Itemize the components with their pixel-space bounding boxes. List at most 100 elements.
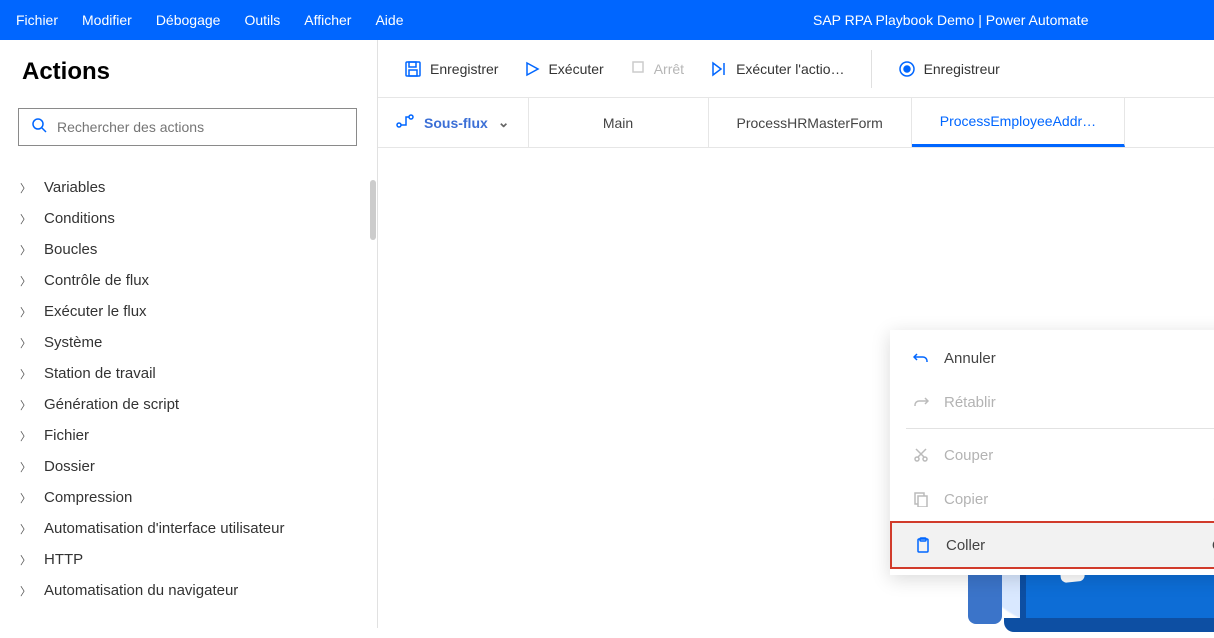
recorder-label: Enregistreur: [924, 61, 1000, 77]
toolbar-divider: [871, 50, 872, 88]
context-paste[interactable]: Coller Ctrl+V: [890, 521, 1214, 569]
stop-label: Arrêt: [654, 61, 684, 77]
category-label: Système: [44, 334, 102, 351]
scrollbar-thumb[interactable]: [370, 180, 376, 240]
stop-button[interactable]: Arrêt: [622, 53, 692, 84]
subflow-dropdown[interactable]: Sous-flux ⌄: [378, 98, 529, 147]
save-icon: [404, 60, 422, 78]
category-label: Fichier: [44, 427, 89, 444]
chevron-right-icon: 〉: [20, 366, 30, 382]
actions-panel: Actions 〉 Variables 〉 Conditions 〉 Boucles …: [0, 40, 378, 628]
chevron-right-icon: 〉: [20, 273, 30, 289]
context-separator: [906, 428, 1214, 429]
cm-label: Couper: [944, 447, 993, 464]
chevron-right-icon: 〉: [20, 552, 30, 568]
menu-debug[interactable]: Débogage: [156, 12, 221, 28]
category-label: Boucles: [44, 241, 97, 258]
subflow-icon: [396, 114, 414, 131]
category-item[interactable]: 〉 HTTP: [18, 544, 357, 575]
save-label: Enregistrer: [430, 61, 498, 77]
tab-process-employee[interactable]: ProcessEmployeeAddr…: [912, 98, 1125, 147]
chevron-right-icon: 〉: [20, 459, 30, 475]
chevron-right-icon: 〉: [20, 242, 30, 258]
chevron-right-icon: 〉: [20, 583, 30, 599]
tab-main[interactable]: Main: [529, 98, 709, 147]
menu-tools[interactable]: Outils: [244, 12, 280, 28]
menu-file[interactable]: Fichier: [16, 12, 58, 28]
search-input[interactable]: [57, 119, 344, 135]
recorder-button[interactable]: Enregistreur: [890, 54, 1008, 84]
category-item[interactable]: 〉 Génération de script: [18, 389, 357, 420]
chevron-right-icon: 〉: [20, 521, 30, 537]
category-item[interactable]: 〉 Conditions: [18, 203, 357, 234]
context-cut[interactable]: Couper Ctrl+X: [890, 433, 1214, 477]
chevron-right-icon: 〉: [20, 490, 30, 506]
tab-label: ProcessEmployeeAddr…: [940, 113, 1096, 129]
category-item[interactable]: 〉 Automatisation du navigateur: [18, 575, 357, 606]
redo-icon: [912, 394, 930, 410]
menu-bar: Fichier Modifier Débogage Outils Affiche…: [16, 12, 403, 28]
chevron-right-icon: 〉: [20, 211, 30, 227]
cm-label: Coller: [946, 537, 985, 554]
save-button[interactable]: Enregistrer: [396, 54, 506, 84]
category-label: Dossier: [44, 458, 95, 475]
chevron-down-icon: ⌄: [498, 114, 510, 131]
run-action-button[interactable]: Exécuter l'actio…: [702, 55, 853, 83]
cm-label: Annuler: [944, 350, 996, 367]
run-button[interactable]: Exécuter: [516, 55, 611, 83]
play-icon: [524, 61, 540, 77]
category-label: HTTP: [44, 551, 83, 568]
chevron-right-icon: 〉: [20, 180, 30, 196]
context-copy[interactable]: Copier Ctrl+C: [890, 477, 1214, 521]
search-icon: [31, 117, 47, 138]
category-item[interactable]: 〉 Boucles: [18, 234, 357, 265]
category-item[interactable]: 〉 Compression: [18, 482, 357, 513]
category-item[interactable]: 〉 Station de travail: [18, 358, 357, 389]
cm-label: Rétablir: [944, 394, 996, 411]
subflow-label: Sous-flux: [424, 115, 488, 131]
cut-icon: [912, 447, 930, 463]
category-list: 〉 Variables 〉 Conditions 〉 Boucles 〉Contrôl…: [18, 172, 357, 606]
category-item[interactable]: 〉 Automatisation d'interface utilisateur: [18, 513, 357, 544]
paste-icon: [914, 537, 932, 553]
play-step-icon: [710, 61, 728, 77]
menu-help[interactable]: Aide: [375, 12, 403, 28]
category-label: Conditions: [44, 210, 115, 227]
context-redo[interactable]: Rétablir Ctrl+Y: [890, 380, 1214, 424]
category-item[interactable]: 〉 Variables: [18, 172, 357, 203]
chevron-right-icon: 〉: [20, 428, 30, 444]
run-label: Exécuter: [548, 61, 603, 77]
category-item[interactable]: 〉 Dossier: [18, 451, 357, 482]
menu-view[interactable]: Afficher: [304, 12, 351, 28]
tab-label: Main: [603, 115, 633, 131]
cm-label: Copier: [944, 491, 988, 508]
category-item[interactable]: 〉 Fichier: [18, 420, 357, 451]
copy-icon: [912, 491, 930, 507]
chevron-right-icon: 〉: [20, 304, 30, 320]
context-undo[interactable]: Annuler Ctrl+Z: [890, 336, 1214, 380]
run-action-label: Exécuter l'actio…: [736, 61, 845, 77]
tab-label: ProcessHRMasterForm: [737, 115, 883, 131]
category-label: Variables: [44, 179, 105, 196]
tab-process-hr[interactable]: ProcessHRMasterForm: [709, 98, 912, 147]
record-icon: [898, 60, 916, 78]
category-item[interactable]: 〉 Système: [18, 327, 357, 358]
subflow-bar: Sous-flux ⌄ Main ProcessHRMasterForm Pro…: [378, 98, 1214, 148]
category-label: Génération de script: [44, 396, 179, 413]
category-label: Exécuter le flux: [44, 303, 147, 320]
search-actions[interactable]: [18, 108, 357, 146]
menu-edit[interactable]: Modifier: [82, 12, 132, 28]
editor-toolbar: Enregistrer Exécuter Arrêt Exécuter l'ac…: [378, 40, 1214, 98]
stop-icon: [630, 59, 646, 78]
category-item[interactable]: 〉Contrôle de flux: [18, 265, 357, 296]
window-title: SAP RPA Playbook Demo | Power Automate: [813, 12, 1088, 28]
actions-heading: Actions: [22, 58, 357, 86]
category-label: Automatisation du navigateur: [44, 582, 238, 599]
chevron-right-icon: 〉: [20, 397, 30, 413]
chevron-right-icon: 〉: [20, 335, 30, 351]
undo-icon: [912, 350, 930, 366]
category-label: Station de travail: [44, 365, 156, 382]
category-label: Automatisation d'interface utilisateur: [44, 520, 285, 537]
category-label: Compression: [44, 489, 132, 506]
category-item[interactable]: 〉 Exécuter le flux: [18, 296, 357, 327]
